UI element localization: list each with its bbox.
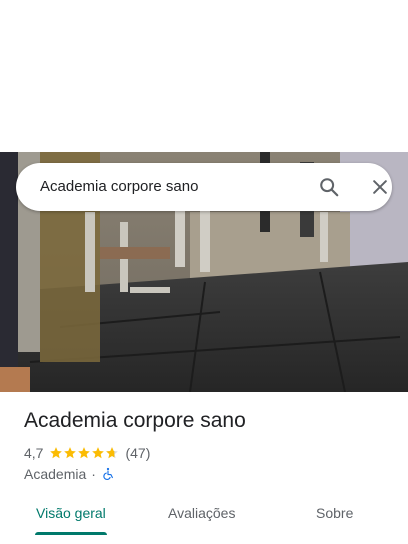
tab-overview[interactable]: Visão geral [36, 505, 106, 521]
wheelchair-icon [103, 467, 113, 480]
rating-value: 4,7 [24, 445, 44, 461]
search-input[interactable]: Academia corpore sano [40, 178, 198, 195]
tab-about[interactable]: Sobre [316, 505, 353, 521]
rating-row[interactable]: 4,7 (47) [24, 444, 150, 462]
place-tabs: Visão geral Avaliações Sobre [0, 494, 408, 544]
close-icon[interactable] [370, 177, 390, 197]
place-category[interactable]: Academia [24, 466, 86, 482]
star-icon [64, 447, 77, 459]
separator-dot: · [91, 466, 96, 482]
review-count[interactable]: (47) [125, 445, 150, 461]
map-area-blank [0, 0, 408, 152]
star-icon [92, 447, 105, 459]
search-bar[interactable]: Academia corpore sano [16, 163, 392, 211]
tab-reviews[interactable]: Avaliações [168, 505, 235, 521]
category-row: Academia · [24, 465, 115, 483]
star-rating [49, 446, 119, 460]
star-icon [78, 447, 91, 459]
star-icon [50, 447, 63, 459]
active-tab-indicator [35, 532, 107, 535]
half-star-icon [106, 447, 119, 459]
search-icon[interactable] [318, 176, 340, 198]
place-title: Academia corpore sano [24, 409, 246, 432]
